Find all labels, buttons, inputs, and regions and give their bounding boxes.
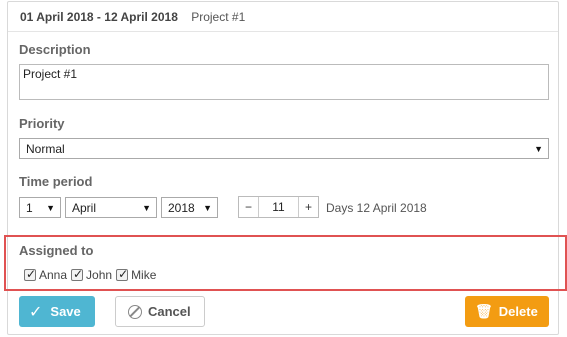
duration-input[interactable]: 11 [259, 197, 298, 217]
description-field[interactable]: Project #1 [19, 64, 549, 100]
assignee-list: Anna John Mike [24, 267, 160, 282]
delete-button[interactable]: 🗑 Delete [465, 296, 549, 327]
cancel-button[interactable]: Cancel [115, 296, 205, 327]
day-select[interactable]: 1 ▼ [19, 197, 61, 218]
save-button[interactable]: ✓ Save [19, 296, 95, 327]
decrement-button[interactable]: − [239, 197, 259, 217]
end-date-text: Days 12 April 2018 [326, 201, 427, 215]
priority-label: Priority [19, 116, 65, 131]
checkbox-john[interactable] [71, 267, 83, 281]
date-range: 01 April 2018 - 12 April 2018 [20, 10, 178, 24]
dropdown-arrow-icon: ▼ [142, 203, 151, 213]
month-select[interactable]: April ▼ [65, 197, 157, 218]
assigned-label: Assigned to [19, 243, 94, 258]
save-label: Save [50, 304, 81, 319]
checkbox-mike[interactable] [116, 267, 128, 281]
assignee-name: Mike [131, 268, 157, 282]
dropdown-arrow-icon: ▼ [203, 203, 212, 213]
checkmark-icon: ✓ [29, 303, 43, 321]
checkbox-anna[interactable] [24, 267, 36, 281]
assignee-name: John [86, 268, 113, 282]
dropdown-arrow-icon: ▼ [534, 144, 543, 154]
description-label: Description [19, 42, 91, 57]
trash-icon: 🗑 [475, 303, 493, 319]
duration-stepper: − 11 + [238, 196, 319, 218]
cancel-icon [128, 304, 142, 319]
delete-label: Delete [498, 304, 538, 319]
dialog-header: 01 April 2018 - 12 April 2018 Project #1 [8, 2, 558, 32]
dropdown-arrow-icon: ▼ [46, 203, 55, 213]
assignee-name: Anna [39, 268, 68, 282]
priority-value: Normal [26, 142, 65, 156]
increment-button[interactable]: + [298, 197, 318, 217]
day-value: 1 [26, 201, 33, 215]
time-period-label: Time period [19, 174, 93, 189]
year-value: 2018 [168, 201, 195, 215]
month-value: April [72, 201, 97, 215]
cancel-label: Cancel [148, 304, 191, 319]
year-select[interactable]: 2018 ▼ [161, 197, 218, 218]
header-title: Project #1 [191, 10, 246, 24]
priority-select[interactable]: Normal ▼ [19, 138, 549, 159]
